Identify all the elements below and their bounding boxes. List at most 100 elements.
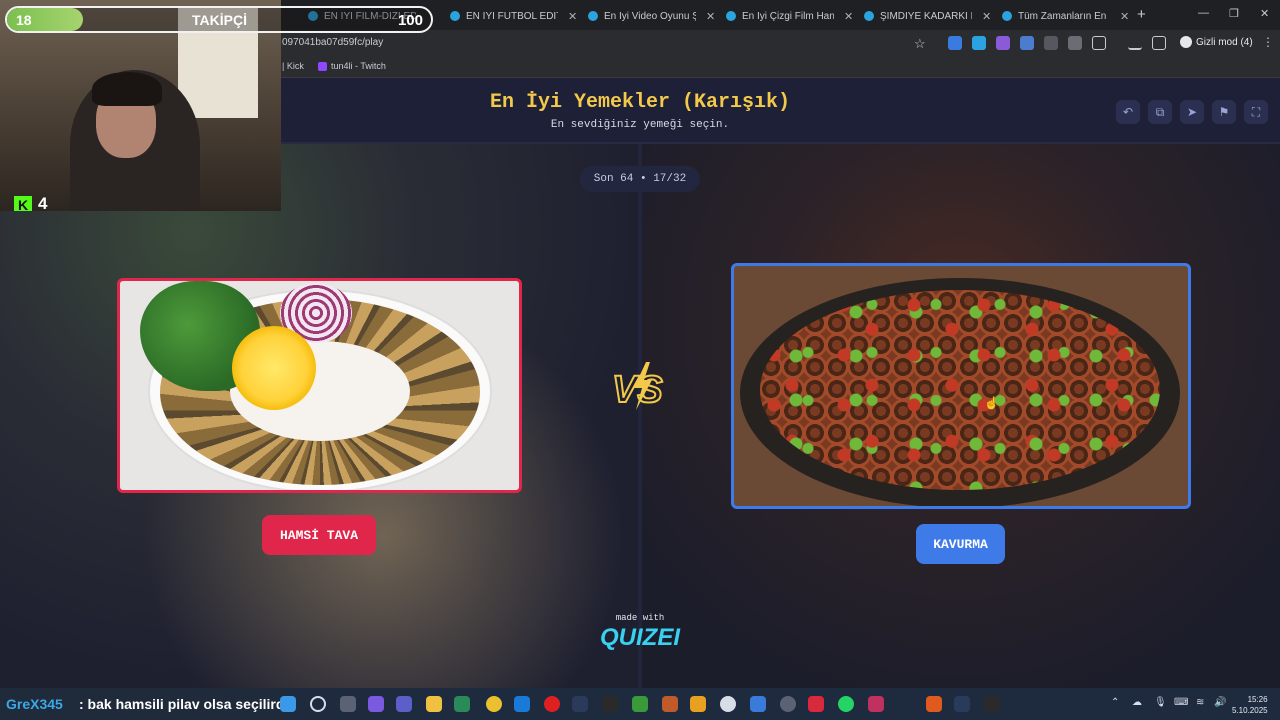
minimize-icon[interactable]: — [1198,7,1209,19]
extension-icon[interactable] [996,36,1010,50]
wifi-icon[interactable]: ≋ [1196,697,1204,708]
tab-title: En İyi Video Oyunu Şarkısı [604,10,696,22]
app-icon[interactable] [926,696,942,712]
whatsapp-icon[interactable] [838,696,854,712]
brand-logo[interactable]: QUIZEI [596,624,684,652]
outlook-icon[interactable] [514,696,530,712]
tab-title: EN İYİ FUTBOL EDİTİ HAN [466,10,558,22]
chat-overlay: GreX345 : bak hamsili pilav olsa seçilir… [0,688,288,720]
cloud-icon[interactable]: ☁ [1132,697,1142,708]
chat-message: : bak hamsili pilav olsa seçilirdi [79,696,289,712]
file-explorer-icon[interactable] [426,696,442,712]
lemon-shape [232,326,316,410]
search-icon[interactable] [310,696,326,712]
microphone-icon[interactable]: 🎙 [1154,697,1167,708]
extension-icon[interactable] [972,36,986,50]
undo-button[interactable]: ↶ [1116,100,1140,124]
sidebar-icon[interactable] [1152,36,1166,50]
incognito-indicator[interactable]: Gizli mod (4) [1180,36,1253,48]
xbox-icon[interactable] [632,696,648,712]
new-tab-icon[interactable]: + [1137,6,1146,23]
close-icon[interactable]: ✕ [568,10,577,23]
tab-favicon-icon [726,11,736,21]
browser-tab[interactable]: En İyi Video Oyunu Şarkısı ✕ [580,5,723,27]
tab-favicon-icon [450,11,460,21]
bookmark-kick[interactable]: | Kick [282,61,304,71]
bookmark-label: | Kick [282,61,304,71]
left-option-image[interactable] [117,278,522,493]
copy-icon: ⧉ [1155,104,1165,119]
tab-title: Tüm Zamanların En İyi Şa [1018,10,1110,22]
window-close-icon[interactable]: ✕ [1260,7,1269,20]
puzzle-icon[interactable] [1092,36,1106,50]
report-button[interactable]: ⚑ [1212,100,1236,124]
clock-time: 15:26 [1247,695,1268,704]
star-icon[interactable]: ☆ [914,36,928,51]
clock-date: 5.10.2025 [1232,706,1268,715]
tab-favicon-icon [864,11,874,21]
browser-tab[interactable]: EN İYİ FUTBOL EDİTİ HAN ✕ [442,5,585,27]
undo-icon: ↶ [1122,105,1134,119]
close-icon[interactable]: ✕ [844,10,853,23]
translate-icon[interactable] [1020,36,1034,50]
browser-tab[interactable]: En İyi Çizgi Film Hangisi? ✕ [718,5,861,27]
tab-favicon-icon [588,11,598,21]
teams-icon[interactable] [396,696,412,712]
follower-label: TAKİPÇİ [192,12,247,28]
youtube-icon[interactable] [544,696,560,712]
volume-icon[interactable]: 🔊 [1214,697,1226,708]
extension-icon[interactable] [1068,36,1082,50]
app-icon[interactable] [808,696,824,712]
copy-button[interactable]: ⧉ [1148,100,1172,124]
twitch-icon [318,61,327,71]
right-option-image[interactable] [731,263,1191,509]
right-option-button[interactable]: KAVURMA [916,524,1005,564]
maximize-icon[interactable]: ❐ [1229,7,1239,20]
browser-tab[interactable]: ŞİMDİYE KADARKİ EN İYİ ✕ [856,5,999,27]
keyboard-icon[interactable]: ⌨ [1174,697,1188,708]
epic-games-icon[interactable] [984,696,1000,712]
windows-taskbar: ⌃ ☁ 🎙 ⌨ ≋ 🔊 [280,688,1280,720]
close-icon[interactable]: ✕ [1120,10,1129,23]
kick-icon: K [14,196,32,211]
follower-goal-bar: 18 TAKİPÇİ 100 [5,6,433,33]
app-icon[interactable] [690,696,706,712]
bookmark-twitch[interactable]: tun4li - Twitch [318,61,386,71]
browser-tab[interactable]: Tüm Zamanların En İyi Şa ✕ [994,5,1137,27]
more-menu-icon[interactable]: ⋮ [1262,35,1274,49]
close-icon[interactable]: ✕ [982,10,991,23]
app-icon[interactable] [868,696,884,712]
chat-username: GreX345 [6,696,63,712]
app-icon[interactable] [662,696,678,712]
vs-icon: VS [611,362,664,412]
app-icon[interactable] [780,696,796,712]
store-icon[interactable] [750,696,766,712]
url-text[interactable]: 097041ba07d59fc/play [282,37,383,48]
center-divider [638,144,642,688]
fullscreen-button[interactable]: ⛶ [1244,100,1268,124]
reading-list-icon[interactable] [1128,36,1142,50]
system-clock[interactable]: 15:26 5.10.2025 [1232,694,1268,716]
extension-icon[interactable] [1044,36,1058,50]
steam-icon[interactable] [954,696,970,712]
fullscreen-icon: ⛶ [1251,104,1261,119]
share-button[interactable]: ➤ [1180,100,1204,124]
steam-icon[interactable] [572,696,588,712]
incognito-label: Gizli mod (4) [1196,36,1253,48]
start-icon[interactable] [280,696,296,712]
left-option-button[interactable]: HAMSİ TAVA [262,515,376,555]
tab-favicon-icon [1002,11,1012,21]
round-badge: Son 64 • 17/32 [580,166,700,192]
tray-chevron-icon[interactable]: ⌃ [1111,697,1119,708]
task-view-icon[interactable] [340,696,356,712]
app-icon[interactable] [454,696,470,712]
app-icon[interactable] [720,696,736,712]
close-icon[interactable]: ✕ [706,10,715,23]
bookmark-label: tun4li - Twitch [331,61,386,71]
epic-games-icon[interactable] [602,696,618,712]
copilot-icon[interactable] [368,696,384,712]
extension-icon[interactable] [948,36,962,50]
chrome-icon[interactable] [486,696,502,712]
kavurma-shape [760,290,1160,490]
flag-icon: ⚑ [1218,105,1230,119]
